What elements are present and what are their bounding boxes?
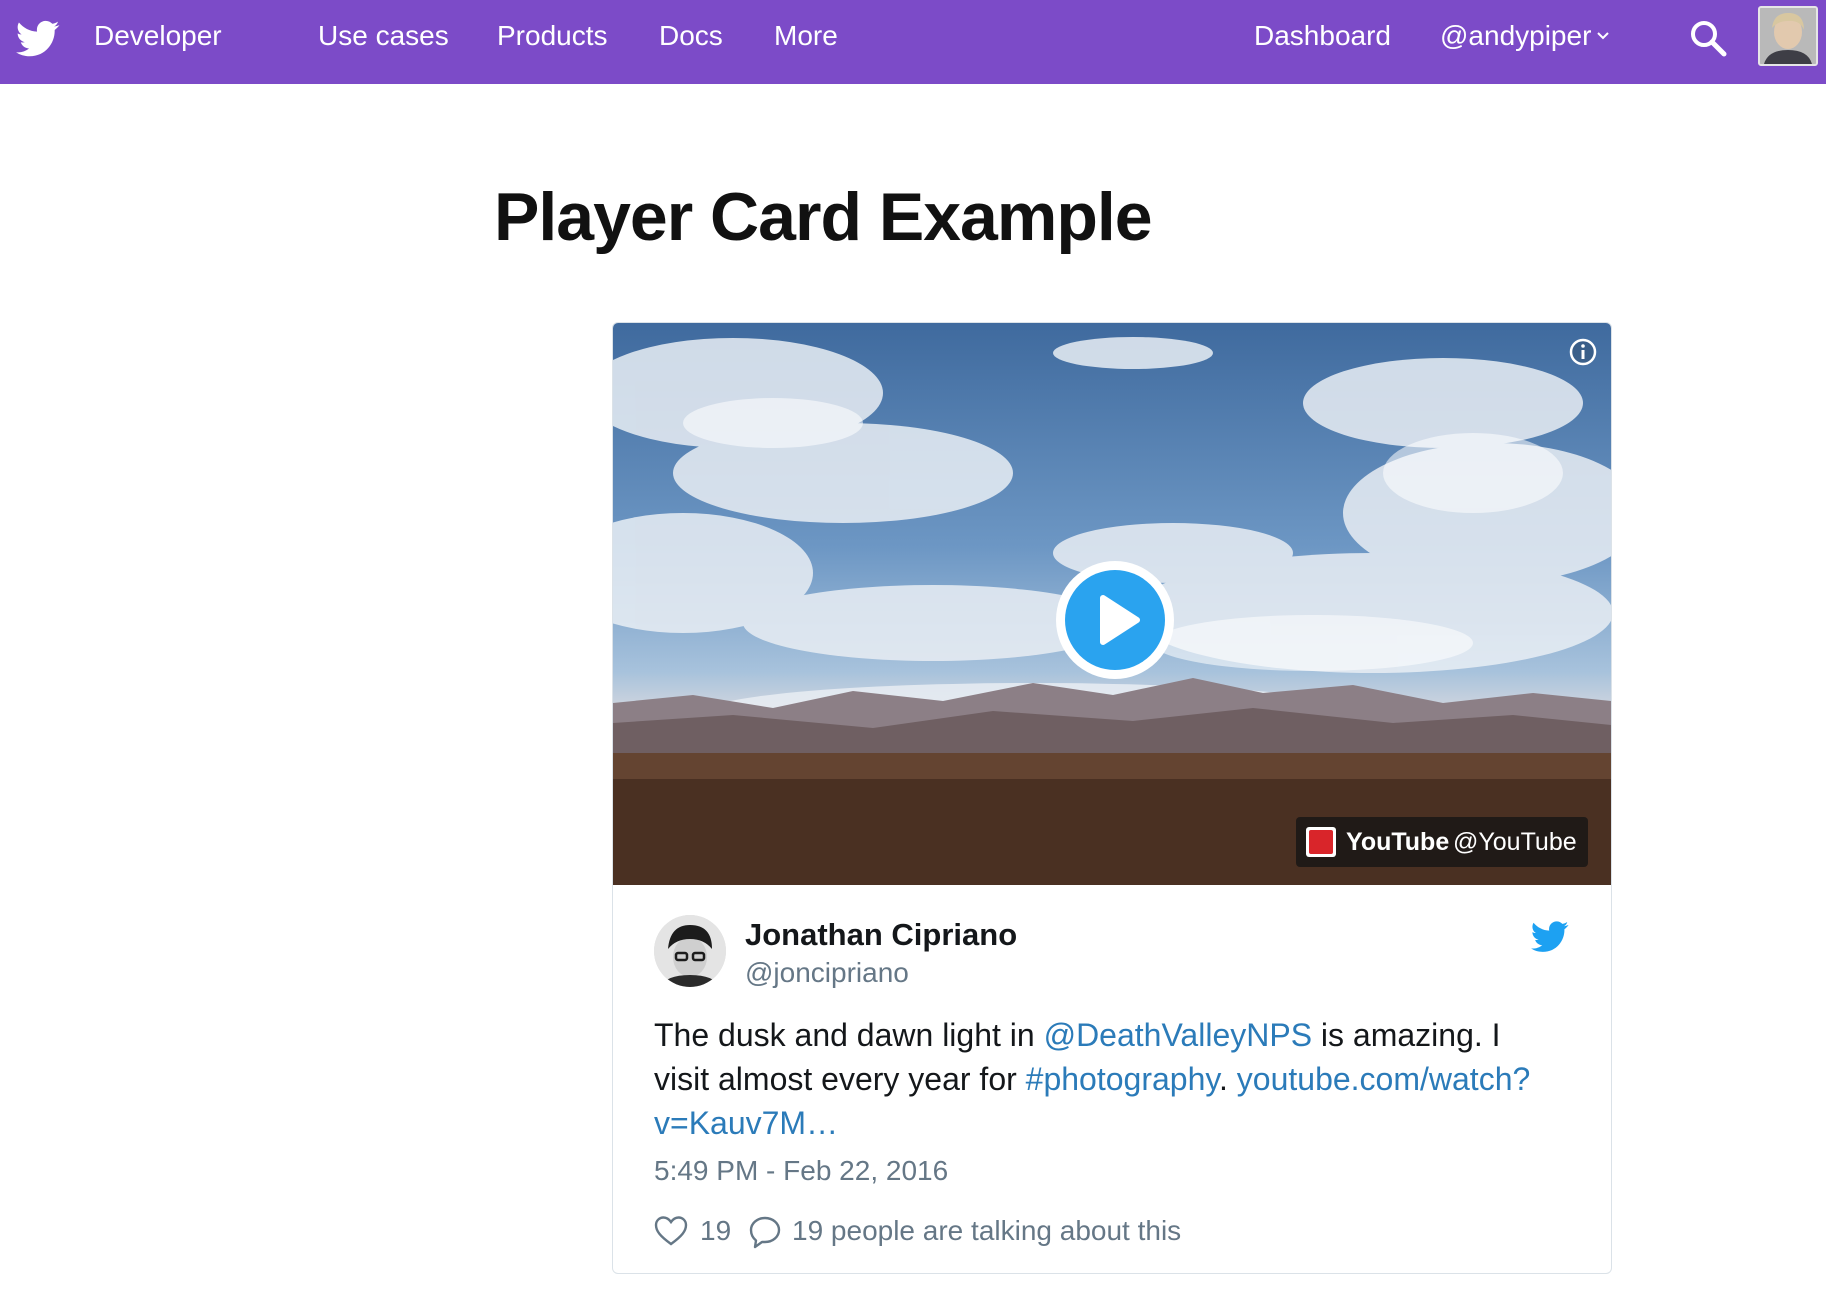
- source-avatar: [1306, 827, 1336, 857]
- author-name[interactable]: Jonathan Cipriano: [745, 917, 1017, 953]
- tweet-text: The dusk and dawn light in @DeathValleyN…: [654, 1013, 1554, 1145]
- page-title: Player Card Example: [494, 179, 1153, 255]
- tweet-card[interactable]: YouTube @YouTube Jonathan Cipriano @jonc…: [612, 322, 1612, 1274]
- tweet-text-part: .: [1219, 1061, 1237, 1097]
- search-icon[interactable]: [1688, 18, 1728, 58]
- heart-icon[interactable]: [654, 1215, 688, 1247]
- nav-docs[interactable]: Docs: [659, 20, 723, 52]
- nav-more[interactable]: More: [774, 20, 838, 52]
- source-name: YouTube: [1346, 828, 1450, 856]
- brand-developer[interactable]: Developer: [94, 20, 222, 52]
- mention-link[interactable]: @DeathValleyNPS: [1044, 1017, 1312, 1053]
- source-attribution[interactable]: YouTube @YouTube: [1296, 817, 1588, 867]
- top-nav: Developer Use cases Products Docs More D…: [0, 0, 1826, 84]
- tweet-timestamp[interactable]: 5:49 PM - Feb 22, 2016: [654, 1155, 948, 1187]
- nav-use-cases[interactable]: Use cases: [318, 20, 449, 52]
- nav-dashboard[interactable]: Dashboard: [1254, 20, 1391, 52]
- twitter-bird-icon[interactable]: [16, 20, 60, 58]
- source-handle: @YouTube: [1453, 828, 1577, 856]
- video-player[interactable]: YouTube @YouTube: [613, 323, 1611, 885]
- talking-count[interactable]: 19 people are talking about this: [792, 1215, 1181, 1247]
- author-avatar[interactable]: [654, 915, 726, 987]
- play-button[interactable]: [1056, 561, 1174, 679]
- like-count[interactable]: 19: [700, 1215, 731, 1247]
- reply-icon[interactable]: [748, 1215, 782, 1249]
- twitter-bird-icon[interactable]: [1531, 921, 1569, 953]
- info-icon[interactable]: [1568, 337, 1598, 367]
- play-icon: [1100, 595, 1140, 645]
- nav-products[interactable]: Products: [497, 20, 608, 52]
- user-menu[interactable]: @andypiper: [1440, 20, 1591, 52]
- user-avatar[interactable]: [1758, 6, 1818, 66]
- author-handle[interactable]: @joncipriano: [745, 957, 909, 989]
- hashtag-link[interactable]: #photography: [1026, 1061, 1219, 1097]
- chevron-down-icon[interactable]: [1595, 30, 1611, 42]
- tweet-text-part: The dusk and dawn light in: [654, 1017, 1044, 1053]
